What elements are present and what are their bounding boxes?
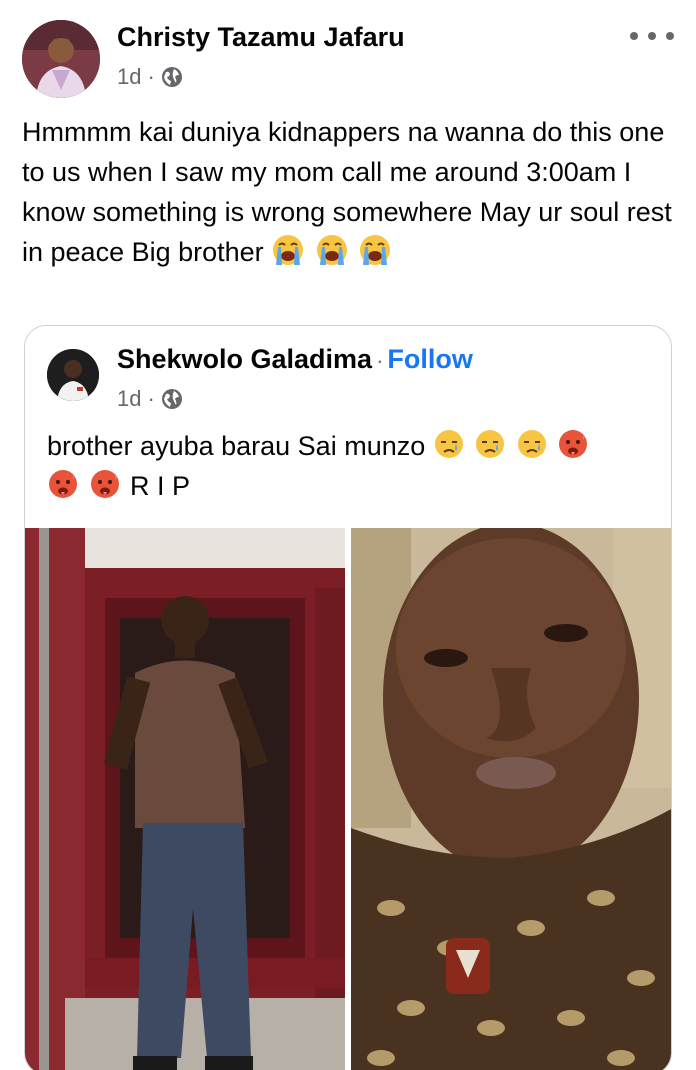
more-dot-icon: [630, 32, 638, 40]
shared-text-end: R I P: [130, 471, 191, 501]
more-dot-icon: [666, 32, 674, 40]
shared-post-meta: 1d ·: [117, 386, 183, 412]
author-avatar[interactable]: [22, 20, 100, 98]
shared-text-content: brother ayuba barau Sai munzo: [47, 431, 426, 461]
follow-button[interactable]: Follow: [387, 344, 472, 374]
post-emojis: [271, 235, 394, 267]
post-header: Christy Tazamu Jafaru 1d ·: [22, 20, 674, 100]
loudly-crying-face-icon: [273, 235, 304, 265]
more-options-button[interactable]: [630, 26, 674, 46]
sad-tear-face-icon: [517, 430, 546, 458]
post-text: Hmmmm kai duniya kidnappers na wanna do …: [22, 112, 674, 272]
loudly-crying-face-icon: [360, 235, 391, 265]
shared-post-text: brother ayuba barau Sai munzo R I P: [47, 426, 657, 506]
header-separator: ·: [376, 348, 384, 373]
shared-author-avatar[interactable]: [47, 349, 99, 401]
sad-tear-face-icon: [476, 430, 505, 458]
loudly-crying-face-icon: [316, 235, 347, 265]
hot-face-icon: [90, 470, 119, 498]
author-name[interactable]: Christy Tazamu Jafaru: [117, 22, 405, 53]
globe-icon: [161, 388, 183, 410]
more-dot-icon: [648, 32, 656, 40]
post-meta: 1d ·: [117, 64, 183, 90]
hot-face-icon: [49, 470, 77, 498]
photo-man-by-truck[interactable]: [25, 528, 345, 1070]
shared-post-card[interactable]: Shekwolo Galadima · Follow 1d · brother ay…: [24, 325, 672, 1070]
sad-tear-face-icon: [434, 430, 463, 458]
post-time[interactable]: 1d: [117, 64, 141, 90]
shared-author-name[interactable]: Shekwolo Galadima: [117, 344, 372, 374]
shared-post-time[interactable]: 1d: [117, 386, 141, 412]
globe-icon: [161, 66, 183, 88]
meta-separator: ·: [147, 64, 155, 89]
meta-separator: ·: [147, 386, 155, 411]
shared-author-header: Shekwolo Galadima · Follow: [117, 344, 473, 375]
hot-face-icon: [559, 430, 588, 458]
photo-man-selfie[interactable]: [351, 528, 671, 1070]
